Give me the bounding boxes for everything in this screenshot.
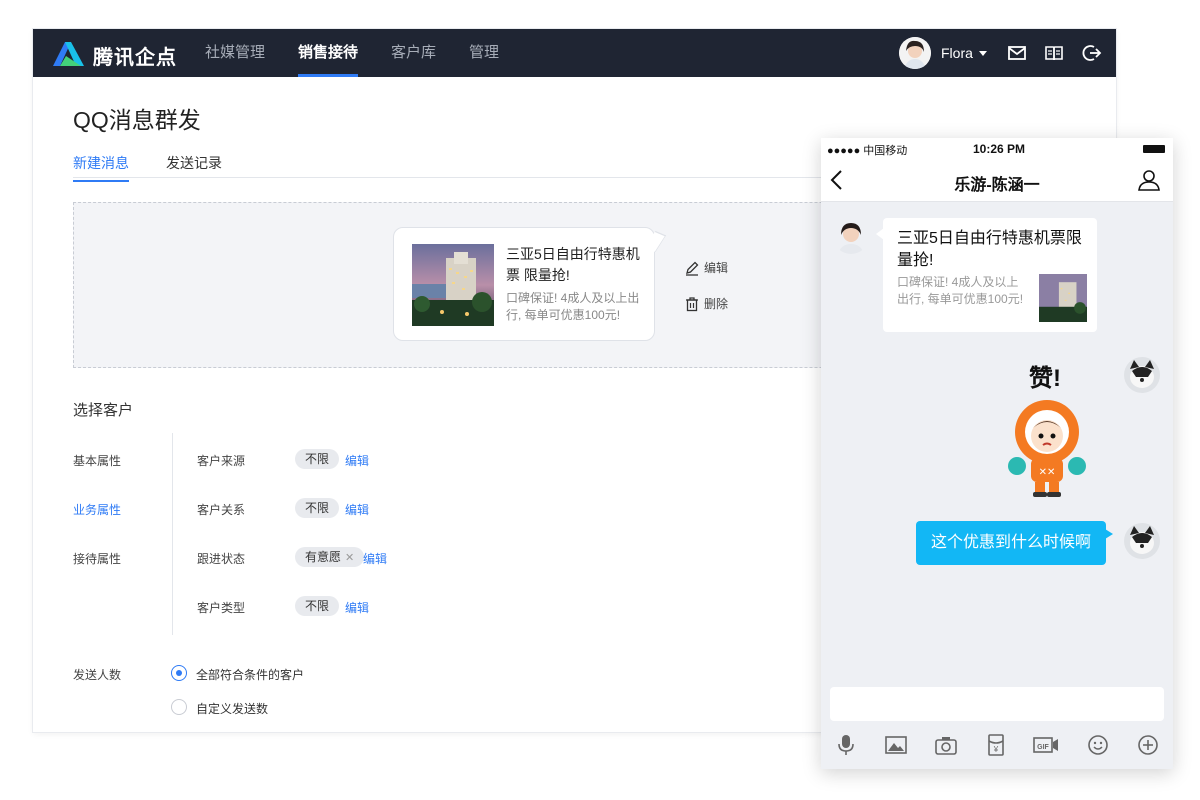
filter-chip-followup[interactable]: 有意愿 ✕ bbox=[295, 547, 365, 567]
nav-social-media[interactable]: 社媒管理 bbox=[205, 29, 265, 77]
attr-business[interactable]: 业务属性 bbox=[73, 501, 121, 518]
camera-icon[interactable] bbox=[935, 734, 957, 756]
edit-link-type[interactable]: 编辑 bbox=[345, 599, 369, 616]
top-navigation-bar: 腾讯企点 社媒管理 销售接待 客户库 管理 Flora bbox=[33, 29, 1116, 77]
filter-chip-relation[interactable]: 不限 bbox=[295, 498, 340, 518]
edit-link-followup[interactable]: 编辑 bbox=[363, 550, 387, 567]
brand-logo bbox=[53, 42, 84, 66]
message-card[interactable]: 三亚5日自由行特惠机票 限量抢! 口碑保证! 4成人及以上出行, 每单可优惠10… bbox=[393, 227, 655, 341]
status-bar: ●●●●● 中国移动 10:26 PM bbox=[821, 138, 1173, 160]
like-sticker: 赞! ✕✕ bbox=[999, 358, 1095, 498]
delete-label: 删除 bbox=[704, 297, 729, 311]
clock: 10:26 PM bbox=[973, 142, 1026, 156]
carrier: ●●●●● 中国移动 bbox=[827, 145, 908, 157]
resort-thumbnail bbox=[412, 244, 494, 326]
brand-name: 腾讯企点 bbox=[93, 47, 177, 69]
logout-icon[interactable] bbox=[1082, 43, 1102, 63]
attr-reception[interactable]: 接待属性 bbox=[73, 550, 121, 567]
send-count-label: 发送人数 bbox=[73, 668, 122, 682]
field-label-source: 客户来源 bbox=[197, 454, 246, 468]
nav-customer-base[interactable]: 客户库 bbox=[391, 29, 436, 77]
edit-link-relation[interactable]: 编辑 bbox=[345, 501, 369, 518]
message-title: 三亚5日自由行特惠机票 限量抢! bbox=[506, 246, 640, 283]
shared-message-title: 三亚5日自由行特惠机票限量抢! bbox=[897, 230, 1082, 269]
message-description: 口碑保证! 4成人及以上出行, 每单可优惠100元! bbox=[506, 291, 640, 322]
field-label-relation: 客户关系 bbox=[197, 503, 246, 517]
chat-input[interactable] bbox=[830, 687, 1164, 721]
user-menu[interactable]: Flora bbox=[899, 37, 987, 69]
section-title-select-customers: 选择客户 bbox=[73, 402, 134, 419]
close-icon[interactable]: ✕ bbox=[345, 552, 354, 564]
shared-message-description: 口碑保证! 4成人及以上出行, 每单可优惠100元! bbox=[897, 275, 1024, 306]
main-nav: 社媒管理 销售接待 客户库 管理 bbox=[205, 29, 532, 77]
contact-profile-icon[interactable] bbox=[1137, 168, 1163, 192]
filter-chip-source[interactable]: 不限 bbox=[295, 449, 340, 469]
edit-link-source[interactable]: 编辑 bbox=[345, 452, 369, 469]
battery-icon bbox=[1143, 145, 1165, 153]
gif-icon[interactable]: GIF bbox=[1033, 734, 1059, 756]
pencil-icon bbox=[686, 261, 699, 276]
phone-preview: ●●●●● 中国移动 10:26 PM 乐游-陈涵一 三亚5日自由行特惠机票限量… bbox=[821, 138, 1173, 769]
radio-label-custom: 自定义发送数 bbox=[196, 702, 269, 716]
svg-text:✕✕: ✕✕ bbox=[1039, 467, 1056, 478]
resort-thumbnail bbox=[1039, 274, 1087, 322]
chat-toolbar: ¥ GIF bbox=[821, 730, 1173, 760]
user-avatar bbox=[1124, 357, 1160, 393]
shared-message-card[interactable]: 三亚5日自由行特惠机票限量抢! 口碑保证! 4成人及以上出行, 每单可优惠100… bbox=[876, 218, 1097, 332]
svg-text:¥: ¥ bbox=[993, 745, 999, 754]
edit-button[interactable]: 编辑 bbox=[684, 259, 728, 276]
chat-title: 乐游-陈涵一 bbox=[954, 177, 1040, 194]
attribute-divider bbox=[172, 433, 173, 635]
delete-button[interactable]: 删除 bbox=[684, 295, 728, 312]
radio-custom-count[interactable] bbox=[171, 699, 187, 715]
nav-sales-reception[interactable]: 销售接待 bbox=[298, 29, 359, 77]
mail-icon[interactable] bbox=[1007, 43, 1027, 63]
attr-basic[interactable]: 基本属性 bbox=[73, 452, 121, 469]
edit-label: 编辑 bbox=[704, 261, 729, 275]
chip-label: 有意愿 bbox=[305, 550, 342, 564]
user-message-bubble: 这个优惠到什么时候啊 bbox=[916, 521, 1113, 565]
book-icon[interactable] bbox=[1044, 43, 1064, 63]
svg-text:GIF: GIF bbox=[1037, 744, 1049, 751]
user-avatar bbox=[1124, 523, 1160, 559]
image-icon[interactable] bbox=[885, 734, 907, 756]
field-label-followup: 跟进状态 bbox=[197, 552, 246, 566]
field-label-type: 客户类型 bbox=[197, 601, 246, 615]
radio-label-all: 全部符合条件的客户 bbox=[196, 668, 305, 682]
chat-header: 乐游-陈涵一 bbox=[821, 160, 1173, 202]
chevron-down-icon bbox=[978, 50, 987, 56]
page-title: QQ消息群发 bbox=[73, 107, 201, 133]
user-name: Flora bbox=[941, 45, 973, 61]
plus-icon[interactable] bbox=[1137, 734, 1159, 756]
nav-management[interactable]: 管理 bbox=[469, 29, 499, 77]
mic-icon[interactable] bbox=[835, 734, 857, 756]
agent-avatar bbox=[833, 218, 869, 254]
radio-all-customers[interactable] bbox=[171, 665, 187, 681]
trash-icon bbox=[686, 296, 698, 311]
emoji-icon[interactable] bbox=[1087, 734, 1109, 756]
red-packet-icon[interactable]: ¥ bbox=[985, 734, 1007, 756]
avatar bbox=[899, 37, 931, 69]
filter-chip-type[interactable]: 不限 bbox=[295, 596, 340, 616]
